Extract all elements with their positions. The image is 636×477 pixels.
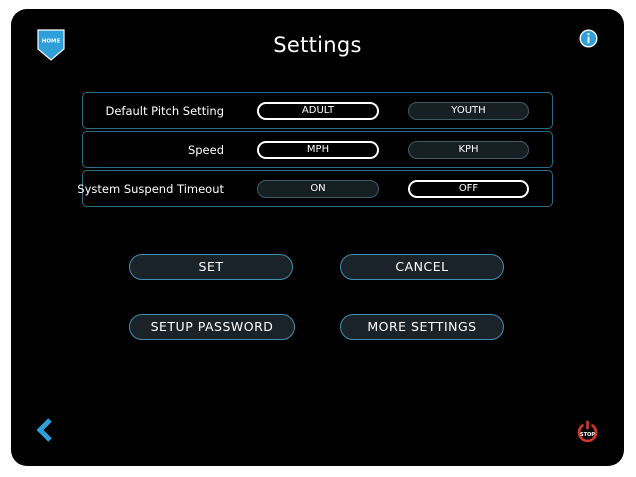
- stop-label: STOP: [580, 432, 595, 438]
- option-kph[interactable]: KPH: [408, 141, 529, 159]
- info-icon: [579, 29, 598, 48]
- setting-row-default-pitch: Default Pitch Setting ADULT YOUTH: [82, 92, 553, 129]
- setting-label: Default Pitch Setting: [105, 104, 224, 118]
- option-adult[interactable]: ADULT: [257, 102, 379, 120]
- back-button[interactable]: [36, 418, 54, 442]
- option-mph[interactable]: MPH: [257, 141, 379, 159]
- option-off[interactable]: OFF: [408, 180, 529, 198]
- option-youth[interactable]: YOUTH: [408, 102, 529, 120]
- setup-password-button[interactable]: SETUP PASSWORD: [129, 314, 295, 340]
- chevron-left-icon: [36, 418, 52, 442]
- setting-row-speed: Speed MPH KPH: [82, 131, 553, 168]
- setting-label: System Suspend Timeout: [77, 182, 224, 196]
- cancel-button[interactable]: CANCEL: [340, 254, 504, 280]
- info-button[interactable]: [579, 29, 598, 48]
- page-title: Settings: [273, 33, 362, 57]
- settings-table: Default Pitch Setting ADULT YOUTH Speed …: [77, 92, 553, 209]
- power-stop-icon: STOP: [577, 420, 598, 443]
- option-on[interactable]: ON: [257, 180, 379, 198]
- setting-row-suspend-timeout: System Suspend Timeout ON OFF: [77, 170, 553, 207]
- stop-button[interactable]: STOP: [576, 419, 599, 443]
- setting-label: Speed: [187, 143, 224, 157]
- set-button[interactable]: SET: [129, 254, 293, 280]
- device-screen: HOME Settings Default Pitch Setting ADUL…: [11, 9, 624, 466]
- more-settings-button[interactable]: MORE SETTINGS: [340, 314, 504, 340]
